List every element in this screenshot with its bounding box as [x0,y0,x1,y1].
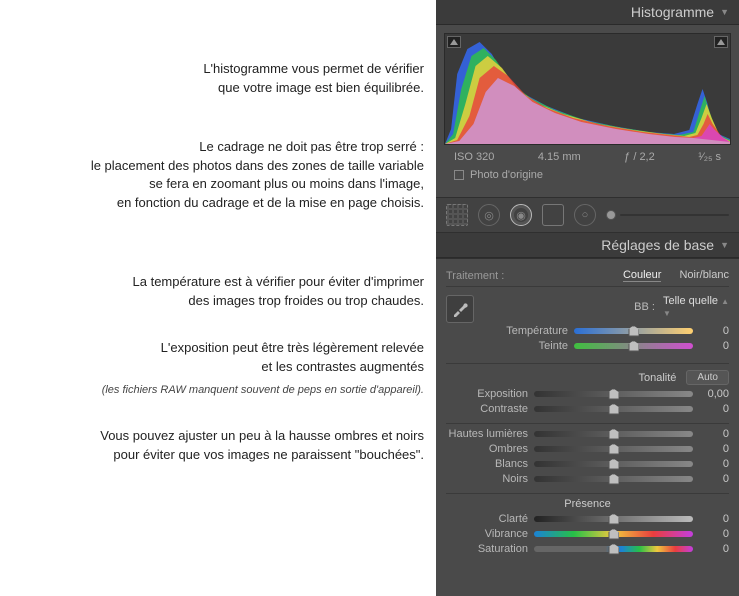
original-photo-row[interactable]: Photo d'origine [444,165,731,189]
eyedropper-icon [451,300,469,318]
saturation-slider[interactable]: Saturation 0 [446,543,729,555]
note-crop: Le cadrage ne doit pas être trop serré :… [12,138,424,213]
tone-title: Tonalité [446,372,676,384]
histogram-display[interactable] [444,33,731,145]
clarity-slider[interactable]: Clarté 0 [446,513,729,525]
radial-filter-tool[interactable]: ○ [574,204,596,226]
note-shadows: Vous pouvez ajuster un peu à la hausse o… [12,427,424,465]
histogram-svg [445,34,730,144]
histogram-title: Histogramme [631,4,714,20]
wb-label: BB : [634,301,655,313]
exposure-slider[interactable]: Exposition 0,00 [446,388,729,400]
shadows-slider[interactable]: Ombres 0 [446,443,729,455]
temperature-slider[interactable]: Température 0 [486,325,729,337]
tint-slider[interactable]: Teinte 0 [486,340,729,352]
shadow-clipping-indicator[interactable] [447,36,461,48]
wb-preset-dropdown[interactable]: Telle quelle ▲▼ [663,295,729,319]
exif-row: ISO 320 4.15 mm ƒ / 2,2 ¹⁄₂₅ s [444,145,731,165]
blacks-slider[interactable]: Noirs 0 [446,473,729,485]
treatment-bw[interactable]: Noir/blanc [679,269,729,282]
note-exposure-em: (les fichiers RAW manquent souvent de pe… [12,380,424,399]
brush-size-slider[interactable] [606,208,729,222]
original-photo-label: Photo d'origine [470,169,543,181]
note-temperature: La température est à vérifier pour évite… [12,273,424,311]
treatment-color[interactable]: Couleur [623,269,662,282]
vibrance-slider[interactable]: Vibrance 0 [446,528,729,540]
basic-header[interactable]: Réglages de base ▼ [436,233,739,258]
exif-focal: 4.15 mm [538,151,581,163]
crop-tool[interactable] [446,204,468,226]
treatment-label: Traitement : [446,270,504,282]
contrast-slider[interactable]: Contraste 0 [446,403,729,415]
exif-aperture: ƒ / 2,2 [624,151,655,163]
collapse-icon: ▼ [720,7,729,17]
spot-removal-tool[interactable]: ◎ [478,204,500,226]
basic-title: Réglages de base [601,237,714,253]
tool-strip: ◎ ◉ ○ [436,197,739,233]
presence-title: Présence [446,498,729,510]
treatment-row: Traitement : Couleur Noir/blanc [446,265,729,287]
note-exposure: L'exposition peut être très légèrement r… [12,339,424,377]
whitebalance-eyedropper[interactable] [446,295,474,323]
note-histogram: L'histogramme vous permet de vérifierque… [12,60,424,98]
annotations-column: L'histogramme vous permet de vérifierque… [0,0,436,596]
exif-shutter: ¹⁄₂₅ s [698,151,721,163]
highlight-clipping-indicator[interactable] [714,36,728,48]
highlights-slider[interactable]: Hautes lumières 0 [446,428,729,440]
whites-slider[interactable]: Blancs 0 [446,458,729,470]
exif-iso: ISO 320 [454,151,494,163]
redeye-tool[interactable]: ◉ [510,204,532,226]
histogram-area: ISO 320 4.15 mm ƒ / 2,2 ¹⁄₂₅ s Photo d'o… [436,25,739,197]
graduated-filter-tool[interactable] [542,204,564,226]
auto-tone-button[interactable]: Auto [686,370,729,385]
checkbox-icon[interactable] [454,170,464,180]
basic-section: Traitement : Couleur Noir/blanc BB : Tel… [436,258,739,568]
lightroom-panel: Histogramme ▼ ISO 320 4.15 mm ƒ / 2,2 ¹⁄… [436,0,739,596]
collapse-icon: ▼ [720,240,729,250]
histogram-header[interactable]: Histogramme ▼ [436,0,739,25]
